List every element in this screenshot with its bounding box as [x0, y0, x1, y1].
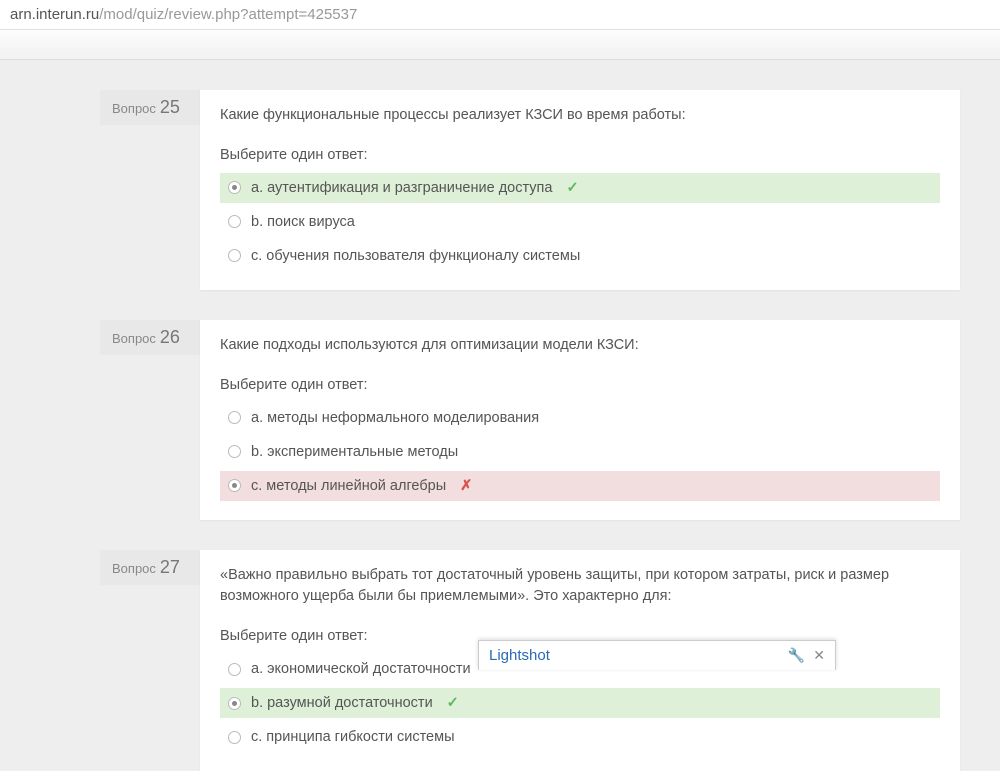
question-number-badge: Вопрос 26 [100, 320, 200, 355]
select-prompt: Выберите один ответ: [220, 147, 940, 163]
question-number: 26 [160, 327, 180, 348]
radio-icon [228, 249, 241, 262]
question-number-badge: Вопрос 25 [100, 90, 200, 125]
close-icon[interactable]: ✕ [813, 647, 825, 664]
top-strip [0, 30, 1000, 60]
url-host: arn.interun.ru [10, 6, 99, 23]
check-icon: ✓ [447, 695, 459, 711]
check-icon: ✓ [566, 180, 578, 196]
select-prompt: Выберите один ответ: [220, 377, 940, 393]
radio-icon [228, 445, 241, 458]
question-block-25: Вопрос 25 Какие функциональные процессы … [100, 90, 960, 290]
address-bar[interactable]: arn.interun.ru/mod/quiz/review.php?attem… [0, 0, 1000, 30]
answer-option[interactable]: a. методы неформального моделирования [220, 403, 940, 433]
answer-option[interactable]: b. поиск вируса [220, 207, 940, 237]
radio-icon [228, 697, 241, 710]
radio-icon [228, 663, 241, 676]
cross-icon: ✗ [460, 478, 472, 494]
answer-label: c. методы линейной алгебры [251, 478, 446, 494]
question-number: 25 [160, 97, 180, 118]
radio-icon [228, 731, 241, 744]
answer-option[interactable]: a. аутентификация и разграничение доступ… [220, 173, 940, 203]
radio-icon [228, 411, 241, 424]
answer-label: c. принципа гибкости системы [251, 729, 455, 745]
answer-label: a. методы неформального моделирования [251, 410, 539, 426]
answer-option[interactable]: b. разумной достаточности ✓ [220, 688, 940, 718]
question-number: 27 [160, 557, 180, 578]
answer-label: c. обучения пользователя функционалу сис… [251, 248, 580, 264]
answer-label: a. аутентификация и разграничение доступ… [251, 180, 552, 196]
radio-icon [228, 215, 241, 228]
lightshot-popup: Lightshot 🔧 ✕ [478, 640, 836, 670]
answer-option[interactable]: c. методы линейной алгебры ✗ [220, 471, 940, 501]
answer-label: b. экспериментальные методы [251, 444, 458, 460]
answer-option[interactable]: b. экспериментальные методы [220, 437, 940, 467]
question-text: Какие функциональные процессы реализует … [220, 105, 940, 127]
question-block-26: Вопрос 26 Какие подходы используются для… [100, 320, 960, 520]
radio-icon [228, 181, 241, 194]
url-path: /mod/quiz/review.php?attempt=425537 [99, 6, 357, 23]
question-label: Вопрос [112, 101, 156, 116]
question-number-badge: Вопрос 27 [100, 550, 200, 585]
answer-label: a. экономической достаточности [251, 661, 471, 677]
wrench-icon[interactable]: 🔧 [788, 647, 805, 664]
answer-label: b. разумной достаточности [251, 695, 433, 711]
question-text: «Важно правильно выбрать тот достаточный… [220, 565, 940, 609]
answer-option[interactable]: c. принципа гибкости системы [220, 722, 940, 752]
answer-option[interactable]: c. обучения пользователя функционалу сис… [220, 241, 940, 271]
question-body: Какие функциональные процессы реализует … [200, 90, 960, 290]
radio-icon [228, 479, 241, 492]
question-label: Вопрос [112, 331, 156, 346]
question-body: Какие подходы используются для оптимизац… [200, 320, 960, 520]
lightshot-header[interactable]: Lightshot 🔧 ✕ [479, 641, 835, 670]
question-label: Вопрос [112, 561, 156, 576]
lightshot-title: Lightshot [489, 647, 780, 664]
question-text: Какие подходы используются для оптимизац… [220, 335, 940, 357]
answer-label: b. поиск вируса [251, 214, 355, 230]
